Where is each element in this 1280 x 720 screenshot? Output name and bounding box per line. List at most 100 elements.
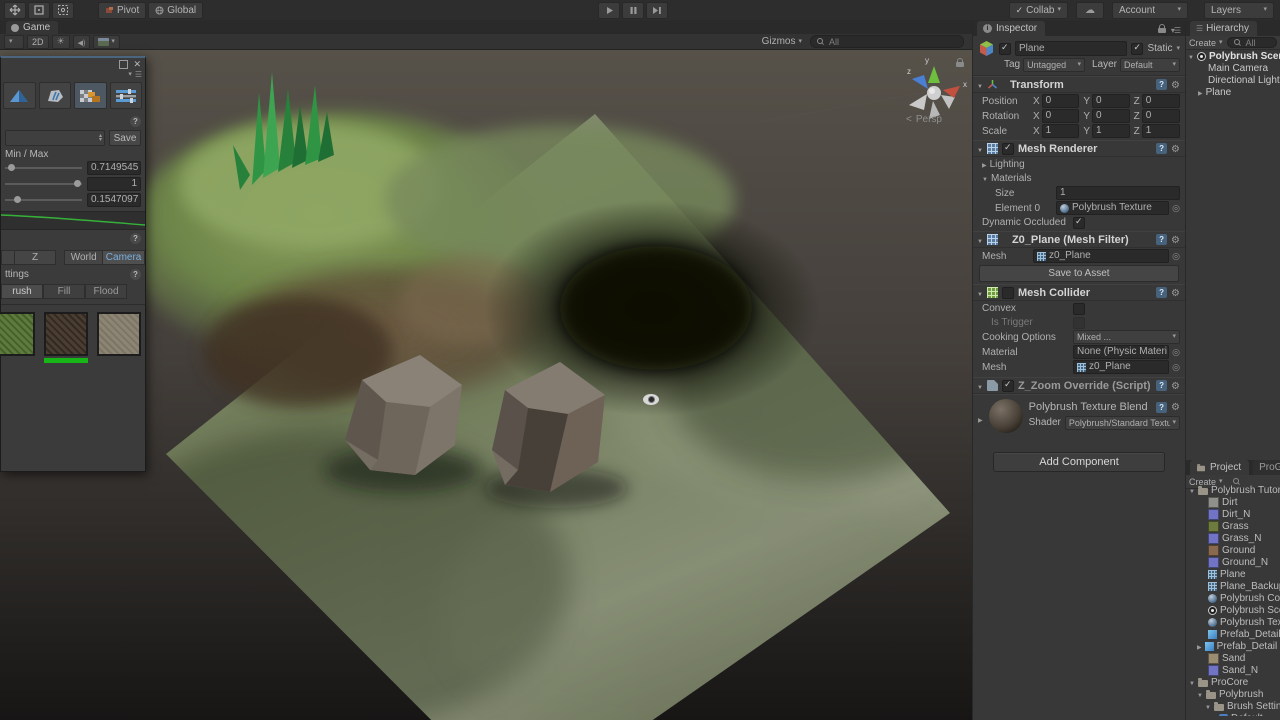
foldout-icon[interactable] bbox=[977, 79, 983, 91]
strength-value[interactable]: 0.1547097 bbox=[87, 193, 141, 207]
polybrush-window-menu[interactable]: ▾ ☰ bbox=[1, 70, 145, 79]
project-item[interactable]: Sand_N bbox=[1186, 664, 1280, 676]
mesh-collider-header[interactable]: Mesh Collider ? bbox=[973, 284, 1185, 301]
slider-knob[interactable] bbox=[8, 164, 15, 171]
project-item[interactable]: Grass_N bbox=[1186, 532, 1280, 544]
help-doc-icon[interactable]: ? bbox=[1156, 402, 1167, 413]
scale-z-field[interactable]: 1 bbox=[1142, 124, 1180, 138]
physic-material-field[interactable]: None (Physic Materi bbox=[1073, 345, 1169, 359]
hierarchy-item[interactable]: Polybrush Scen bbox=[1186, 50, 1280, 62]
project-item[interactable]: Grass bbox=[1186, 520, 1280, 532]
project-item[interactable]: Dirt_N bbox=[1186, 508, 1280, 520]
outer-radius-value[interactable]: 0.7149545 bbox=[87, 161, 141, 175]
tab-flood[interactable]: Flood bbox=[85, 284, 127, 299]
tab-progrids[interactable]: ProG bbox=[1253, 460, 1280, 475]
project-item[interactable]: Polybrush Tutori bbox=[1186, 484, 1280, 496]
help-doc-icon[interactable]: ? bbox=[1156, 380, 1167, 391]
prefab-scatter-mode-button[interactable] bbox=[110, 82, 143, 109]
dynamic-occluded-checkbox[interactable] bbox=[1073, 217, 1085, 229]
object-picker-icon[interactable] bbox=[1172, 347, 1180, 358]
help-icon[interactable]: ? bbox=[130, 233, 141, 244]
direction-world-button[interactable]: World bbox=[64, 250, 103, 265]
shader-dropdown[interactable]: Polybrush/Standard Texture E ▾ bbox=[1065, 416, 1180, 430]
slider-track[interactable] bbox=[5, 199, 82, 201]
rect-tool-button[interactable] bbox=[28, 2, 50, 19]
materials-size-field[interactable]: 1 bbox=[1056, 186, 1180, 200]
play-button[interactable] bbox=[598, 2, 620, 19]
tab-inspector[interactable]: i Inspector bbox=[977, 21, 1045, 36]
project-item[interactable]: ProCore bbox=[1186, 676, 1280, 688]
project-item[interactable]: Plane_Backup bbox=[1186, 580, 1280, 592]
sculpt-mode-button[interactable] bbox=[3, 82, 36, 109]
brush-preset-dropdown[interactable]: ▴▾ bbox=[5, 130, 105, 146]
grass-texture-thumbnail[interactable] bbox=[0, 312, 35, 356]
add-component-button[interactable]: Add Component bbox=[993, 452, 1165, 472]
hierarchy-item[interactable]: Plane bbox=[1186, 86, 1280, 98]
sand-texture-thumbnail[interactable] bbox=[97, 312, 141, 356]
rotation-z-field[interactable]: 0 bbox=[1142, 109, 1180, 123]
tab-project[interactable]: Project bbox=[1190, 460, 1249, 475]
project-item[interactable]: Default bbox=[1186, 712, 1280, 716]
chevron-down-icon[interactable]: ▾ bbox=[1176, 46, 1180, 52]
hierarchy-item[interactable]: Directional Light bbox=[1186, 74, 1280, 86]
smooth-mode-button[interactable] bbox=[39, 82, 72, 109]
lighting-toggle-button[interactable] bbox=[52, 35, 70, 49]
foldout-icon[interactable] bbox=[1189, 677, 1195, 688]
scale-y-field[interactable]: 1 bbox=[1092, 124, 1130, 138]
tag-dropdown[interactable]: Untagged ▾ bbox=[1023, 58, 1085, 72]
direction-camera-button[interactable]: Camera bbox=[103, 250, 145, 265]
effects-dropdown-button[interactable]: ▾ bbox=[93, 35, 120, 49]
inspector-menu-icon[interactable]: ▾☰ bbox=[1171, 26, 1180, 35]
save-brush-button[interactable]: Save bbox=[109, 130, 141, 146]
help-doc-icon[interactable]: ? bbox=[1156, 234, 1167, 245]
direction-z-button[interactable]: Z bbox=[14, 250, 57, 265]
hierarchy-item[interactable]: Main Camera bbox=[1186, 62, 1280, 74]
help-doc-icon[interactable]: ? bbox=[1156, 287, 1167, 298]
project-item[interactable]: Plane bbox=[1186, 568, 1280, 580]
layers-dropdown[interactable]: Layers ▾ bbox=[1204, 2, 1274, 19]
slider-track[interactable] bbox=[5, 167, 82, 169]
save-to-asset-button[interactable]: Save to Asset bbox=[979, 265, 1179, 282]
falloff-curve-field[interactable] bbox=[1, 211, 145, 230]
help-icon[interactable]: ? bbox=[130, 269, 141, 280]
hierarchy-create-button[interactable]: Create ▾ bbox=[1189, 38, 1223, 48]
tab-fill[interactable]: Fill bbox=[43, 284, 85, 299]
project-item[interactable]: Polybrush Sce bbox=[1186, 604, 1280, 616]
gear-icon[interactable] bbox=[1171, 380, 1180, 392]
project-item[interactable]: Ground bbox=[1186, 544, 1280, 556]
rotation-x-field[interactable]: 0 bbox=[1042, 109, 1080, 123]
foldout-icon[interactable] bbox=[1188, 51, 1194, 62]
dirt-texture-thumbnail[interactable] bbox=[44, 312, 88, 356]
project-item[interactable]: Dirt bbox=[1186, 496, 1280, 508]
mesh-filter-header[interactable]: Z0_Plane (Mesh Filter) ? bbox=[973, 231, 1185, 248]
draw-mode-dropdown[interactable]: ▾ bbox=[4, 35, 24, 49]
name-field[interactable]: Plane bbox=[1015, 41, 1127, 56]
close-icon[interactable]: ✕ bbox=[133, 61, 141, 68]
maximize-icon[interactable] bbox=[119, 60, 128, 69]
project-item[interactable]: Polybrush Col bbox=[1186, 592, 1280, 604]
rotation-y-field[interactable]: 0 bbox=[1092, 109, 1130, 123]
mesh-collider-enabled-checkbox[interactable] bbox=[1002, 287, 1014, 299]
element0-object-field[interactable]: Polybrush Texture bbox=[1056, 201, 1169, 215]
collab-dropdown[interactable]: ✓ Collab ▾ bbox=[1009, 2, 1068, 19]
search-icon[interactable] bbox=[1233, 478, 1241, 486]
cooking-options-dropdown[interactable]: Mixed ... ▾ bbox=[1073, 330, 1180, 344]
help-icon[interactable]: ? bbox=[130, 116, 141, 127]
zoom-override-header[interactable]: Z_Zoom Override (Script) ? bbox=[973, 377, 1185, 394]
foldout-icon[interactable] bbox=[1197, 641, 1202, 652]
tab-hierarchy[interactable]: ☰ Hierarchy bbox=[1190, 21, 1257, 36]
texture-paint-mode-button[interactable] bbox=[74, 82, 107, 109]
project-item[interactable]: Sand bbox=[1186, 652, 1280, 664]
pan-tool-button[interactable] bbox=[4, 2, 26, 19]
object-picker-icon[interactable] bbox=[1172, 362, 1180, 373]
inspector-lock-icon[interactable] bbox=[1158, 24, 1166, 36]
gear-icon[interactable] bbox=[1171, 401, 1180, 413]
slider-track[interactable] bbox=[5, 183, 82, 185]
account-dropdown[interactable]: Account ▾ bbox=[1112, 2, 1188, 19]
pause-button[interactable] bbox=[622, 2, 644, 19]
project-item[interactable]: Prefab_Detail bbox=[1186, 628, 1280, 640]
global-toggle-button[interactable]: Global bbox=[148, 2, 203, 19]
convex-checkbox[interactable] bbox=[1073, 303, 1085, 315]
pivot-toggle-button[interactable]: Pivot bbox=[98, 2, 146, 19]
project-item[interactable]: Prefab_Detail bbox=[1186, 640, 1280, 652]
